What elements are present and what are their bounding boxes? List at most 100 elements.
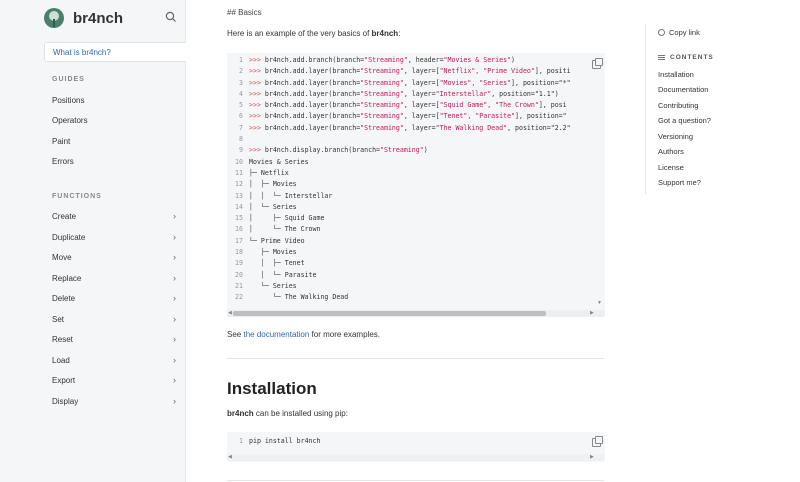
nav-label: Paint xyxy=(52,136,71,146)
code-string: "Streaming" xyxy=(360,89,404,98)
nav-label: Positions xyxy=(52,95,85,105)
nav-item-paint[interactable]: Paint xyxy=(52,135,176,147)
chevron-right-icon: › xyxy=(173,396,176,406)
code-line: 20 │ └─ Parasite xyxy=(233,270,571,281)
code-text: , layer= xyxy=(403,89,436,98)
copy-link-label: Copy link xyxy=(669,28,700,37)
toc-item-contributing[interactable]: Contributing xyxy=(658,101,698,110)
line-number: 13 xyxy=(235,191,243,200)
code-text: , layer=[ xyxy=(403,78,440,87)
nav-item-positions[interactable]: Positions xyxy=(52,94,176,106)
line-number: 7 xyxy=(239,123,243,132)
nav-label: Duplicate xyxy=(52,232,86,242)
chevron-right-icon: › xyxy=(173,252,176,262)
line-number: 6 xyxy=(239,112,243,121)
see-docs-paragraph: See the documentation for more examples. xyxy=(227,330,380,339)
code-line: 1 >>> br4nch.add.branch(branch="Streaming… xyxy=(233,55,571,66)
code-block-install[interactable]: 1 pip install br4nch ◀ ▶ xyxy=(227,432,605,462)
line-number: 2 xyxy=(239,67,243,76)
line-number: 5 xyxy=(239,101,243,110)
copy-code-icon[interactable] xyxy=(592,58,603,69)
nav-item-delete[interactable]: Delete › xyxy=(52,292,176,304)
code-prompt: >>> xyxy=(249,78,265,87)
see-text-post: for more examples. xyxy=(309,330,380,339)
toc-item-got-a-question[interactable]: Got a question? xyxy=(658,116,711,125)
code-line: 10 Movies & Series xyxy=(233,157,571,168)
toc-item-versioning[interactable]: Versioning xyxy=(658,132,693,141)
divider xyxy=(227,480,604,481)
install-text: can be installed using pip: xyxy=(253,409,348,418)
nav-item-create[interactable]: Create › xyxy=(52,210,176,222)
functions-group-label: FUNCTIONS xyxy=(52,193,102,200)
code-string: "Streaming" xyxy=(360,123,404,132)
nav-label: Replace xyxy=(52,273,82,283)
nav-item-display[interactable]: Display › xyxy=(52,395,176,407)
code-line: 13 │ │ └─ Interstellar xyxy=(233,191,571,202)
nav-label: Set xyxy=(52,314,65,324)
scroll-left-arrow-icon[interactable]: ◀ xyxy=(228,454,232,460)
nav-item-export[interactable]: Export › xyxy=(52,374,176,386)
code-text: └─ Prime Video xyxy=(249,236,305,245)
section-heading-markdown: ## Basics xyxy=(227,8,262,17)
code-string: "Squid Game", "The Crown" xyxy=(439,101,539,110)
documentation-link[interactable]: the documentation xyxy=(243,330,309,339)
toc-item-license[interactable]: License xyxy=(658,163,684,172)
copy-link-button[interactable]: Copy link xyxy=(658,28,700,37)
pip-command: pip install br4nch xyxy=(249,437,321,445)
code-text: │ └─ The Crown xyxy=(249,225,321,234)
br4nch-logo-icon xyxy=(44,8,64,28)
scrollbar-thumb[interactable] xyxy=(233,311,546,316)
toc-item-support-me[interactable]: Support me? xyxy=(658,178,701,187)
horizontal-scrollbar[interactable]: ◀ ▶ xyxy=(227,310,605,317)
toc-item-documentation[interactable]: Documentation xyxy=(658,85,708,94)
code-text: ) xyxy=(423,146,428,155)
scroll-left-arrow-icon[interactable]: ◀ xyxy=(228,310,232,316)
code-string: "Streaming" xyxy=(364,56,408,64)
line-number: 19 xyxy=(235,259,243,268)
line-number: 12 xyxy=(235,180,243,189)
toc-item-installation[interactable]: Installation xyxy=(658,70,694,79)
code-line: 9 >>> br4nch.display.branch(branch="Strea… xyxy=(233,145,571,156)
nav-item-load[interactable]: Load › xyxy=(52,354,176,366)
line-number: 18 xyxy=(235,248,243,257)
code-string: "Streaming" xyxy=(360,78,404,87)
line-number: 10 xyxy=(235,157,243,166)
chevron-right-icon: › xyxy=(173,232,176,242)
nav-label: Delete xyxy=(52,293,76,303)
line-number: 22 xyxy=(235,293,243,302)
brand[interactable]: br4nch xyxy=(44,8,123,28)
pip-code-line: 1 pip install br4nch xyxy=(233,436,320,447)
code-block-basics[interactable]: 1 >>> br4nch.add.branch(branch="Streaming… xyxy=(227,53,605,317)
toc-item-authors[interactable]: Authors xyxy=(658,147,684,156)
code-text: │ ├─ Tenet xyxy=(249,259,305,268)
install-paragraph: br4nch can be installed using pip: xyxy=(227,409,348,418)
scroll-down-arrow-icon[interactable]: ▼ xyxy=(597,300,602,306)
contents-text: CONTENTS xyxy=(670,54,714,61)
code-prompt: >>> xyxy=(249,89,265,98)
line-number: 4 xyxy=(239,89,243,98)
code-line: 18 ├─ Movies xyxy=(233,247,571,258)
nav-item-what-is-br4nch[interactable]: What is br4nch? xyxy=(44,42,186,62)
scroll-right-arrow-icon[interactable]: ▶ xyxy=(590,310,594,316)
code-text: br4nch.add.branch(branch= xyxy=(264,56,365,64)
nav-item-set[interactable]: Set › xyxy=(52,313,176,325)
nav-item-reset[interactable]: Reset › xyxy=(52,333,176,345)
code-line: 12 │ ├─ Movies xyxy=(233,179,571,190)
scroll-right-arrow-icon[interactable]: ▶ xyxy=(590,454,594,460)
code-line: 17 └─ Prime Video xyxy=(233,236,571,247)
code-string: "Tenet", "Parasite" xyxy=(439,112,516,121)
site-title[interactable]: br4nch xyxy=(73,10,123,27)
copy-code-icon[interactable] xyxy=(592,436,603,447)
chevron-right-icon: › xyxy=(173,211,176,221)
nav-item-duplicate[interactable]: Duplicate › xyxy=(52,231,176,243)
line-number: 1 xyxy=(239,56,243,64)
nav-item-move[interactable]: Move › xyxy=(52,251,176,263)
nav-item-errors[interactable]: Errors xyxy=(52,155,176,167)
code-line: 6 >>> br4nch.add.layer(branch="Streaming"… xyxy=(233,111,571,122)
horizontal-scrollbar[interactable]: ◀ ▶ xyxy=(227,454,605,461)
nav-item-replace[interactable]: Replace › xyxy=(52,272,176,284)
code-line: 19 │ ├─ Tenet xyxy=(233,258,571,269)
list-icon xyxy=(658,55,665,60)
search-icon[interactable] xyxy=(164,10,178,24)
nav-item-operators[interactable]: Operators xyxy=(52,114,176,126)
